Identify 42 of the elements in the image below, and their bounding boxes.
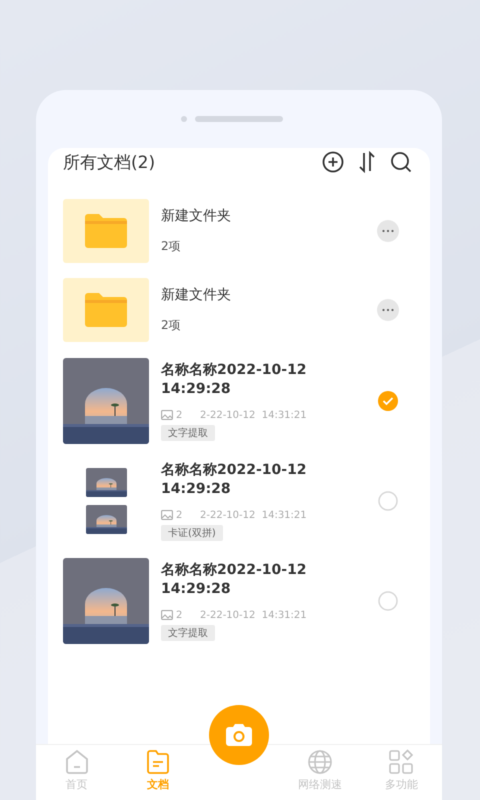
checkbox[interactable] — [377, 490, 399, 512]
camera-dot — [181, 116, 187, 122]
checkbox[interactable] — [377, 590, 399, 612]
grid-icon — [388, 749, 414, 775]
image-icon — [161, 510, 173, 520]
more-icon[interactable] — [377, 299, 399, 321]
sort-icon[interactable] — [358, 151, 376, 173]
page-count: 2 — [176, 410, 184, 420]
globe-icon — [307, 749, 334, 775]
folder-icon — [85, 214, 127, 248]
search-icon[interactable] — [390, 151, 412, 173]
camera-icon — [224, 723, 254, 747]
timestamp: 2-22-10-12 14:31:21 — [200, 410, 307, 420]
document-name: 名称名称2022-10-12 14:29:28 — [161, 360, 308, 398]
folder-tile[interactable] — [63, 278, 149, 342]
page-title: 所有文档(2) — [63, 152, 156, 174]
checkbox[interactable] — [377, 390, 399, 412]
home-icon — [64, 749, 90, 775]
nav-tab[interactable]: 首页 — [64, 745, 90, 800]
folder-name: 新建文件夹 — [161, 286, 231, 305]
timestamp: 2-22-10-12 14:31:21 — [200, 610, 307, 620]
timestamp: 2-22-10-12 14:31:21 — [200, 510, 307, 520]
add-icon[interactable] — [322, 151, 344, 173]
page-count: 2 — [176, 510, 184, 520]
page-count: 2 — [176, 610, 184, 620]
item-count: 2项 — [161, 238, 181, 255]
folder-tile[interactable] — [63, 199, 149, 263]
item-count: 2项 — [161, 317, 181, 334]
image-icon — [161, 610, 173, 620]
document-name: 名称名称2022-10-12 14:29:28 — [161, 460, 308, 498]
folder-name: 新建文件夹 — [161, 207, 231, 226]
tag-label: 卡证(双拼) — [161, 524, 223, 540]
more-icon[interactable] — [377, 220, 399, 242]
nav-tab[interactable]: 网络测速 — [298, 745, 342, 800]
tag-label: 文字提取 — [161, 424, 215, 440]
tag-label: 文字提取 — [161, 624, 215, 640]
nav-tab[interactable]: 多功能 — [384, 745, 418, 800]
image-icon — [161, 410, 173, 420]
folder-icon — [85, 293, 127, 327]
document-name: 名称名称2022-10-12 14:29:28 — [161, 560, 308, 598]
nav-tab[interactable]: 文档 — [144, 745, 171, 800]
folder-icon — [144, 749, 171, 775]
